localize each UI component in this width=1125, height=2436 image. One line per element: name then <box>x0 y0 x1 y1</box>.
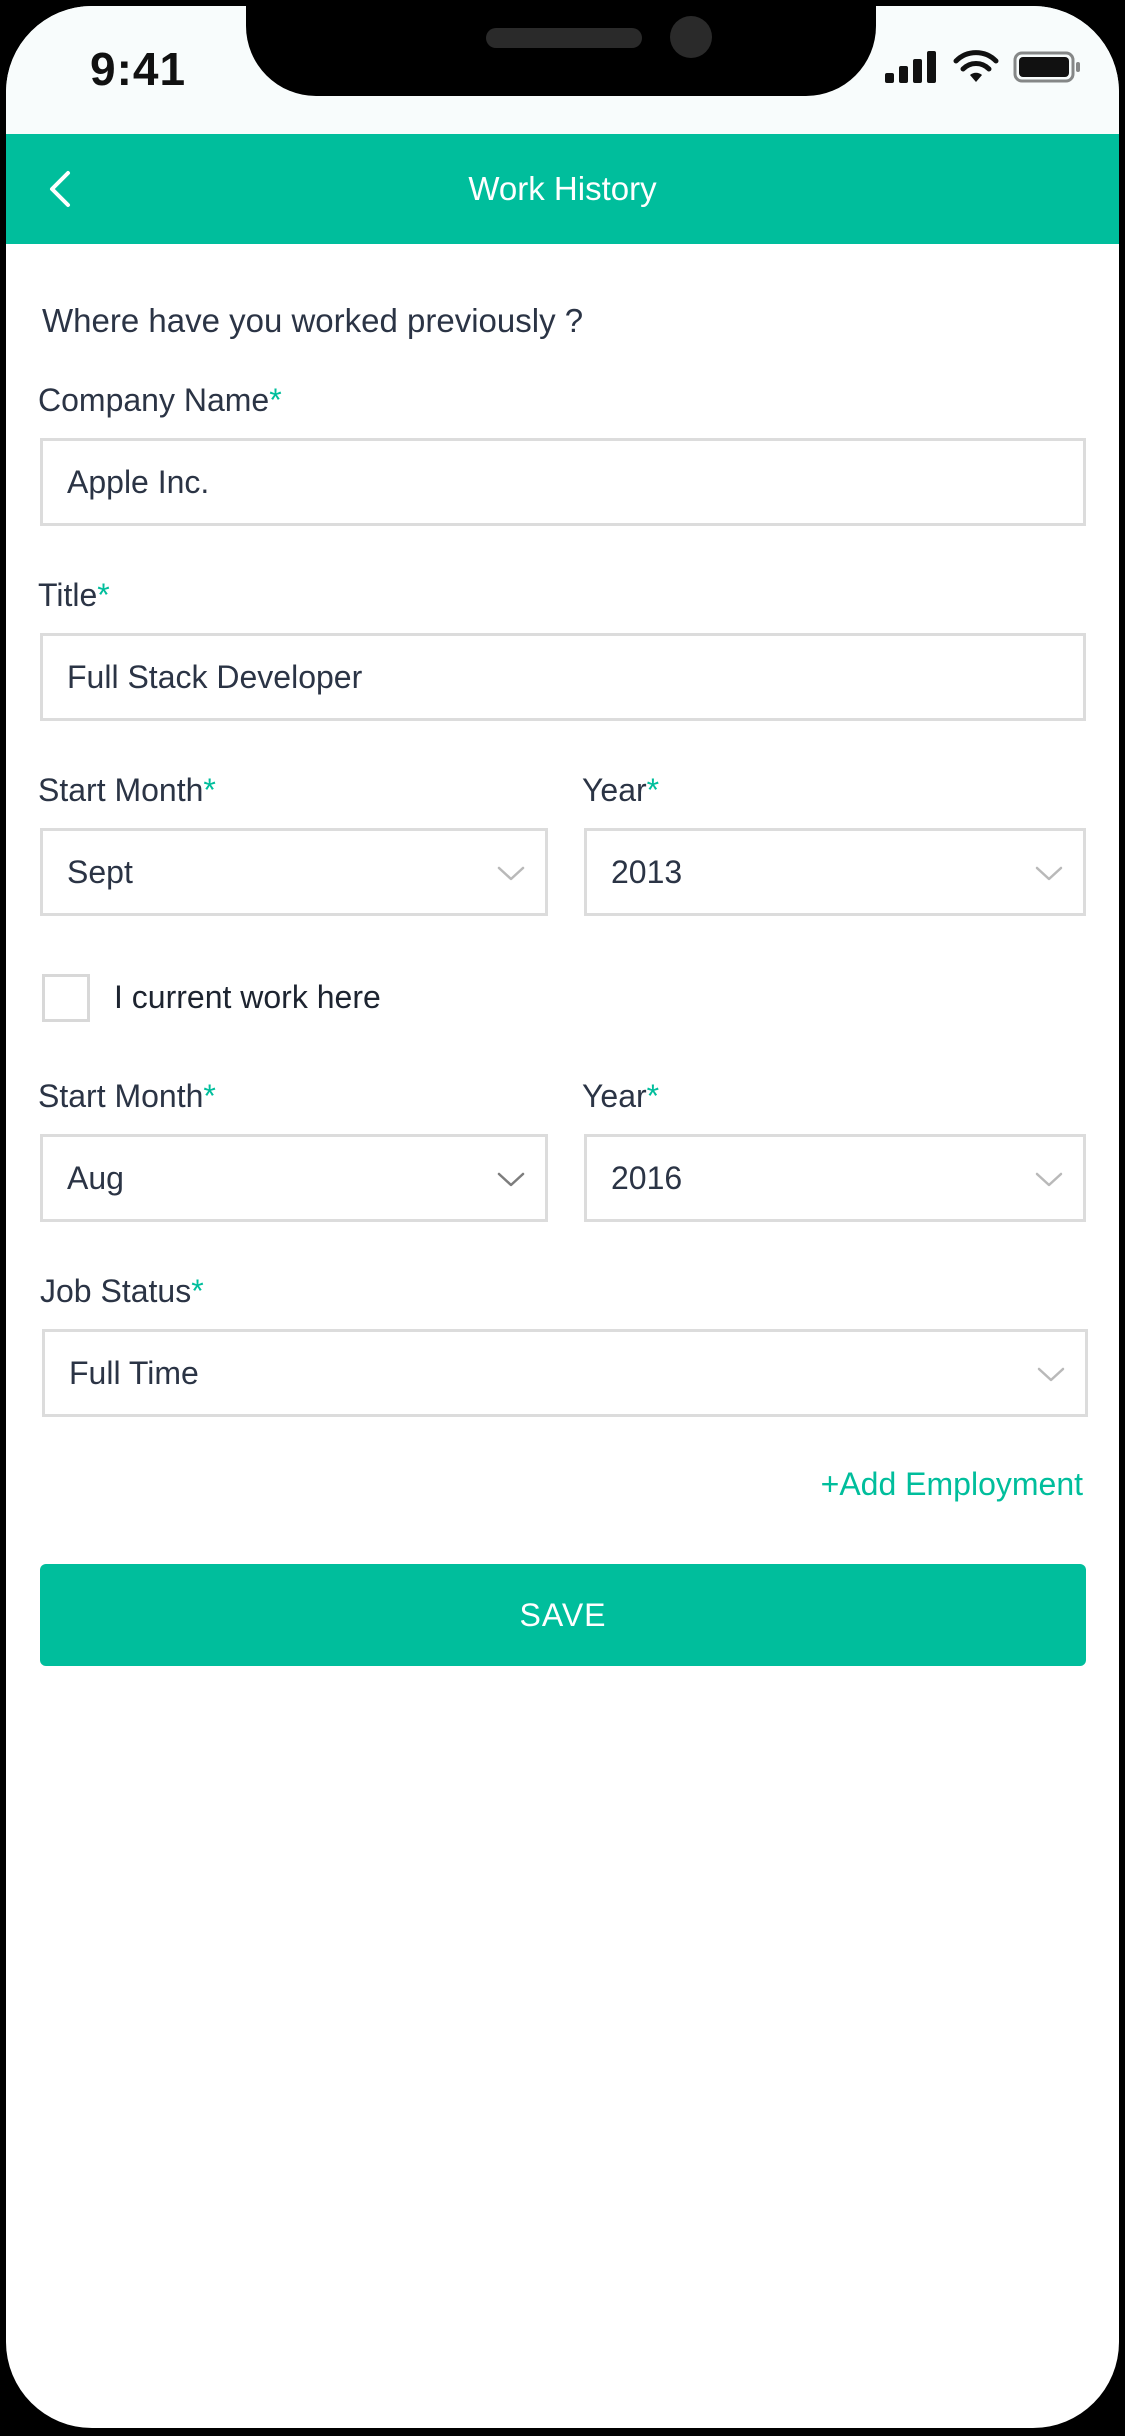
required-marker: * <box>646 772 660 808</box>
end-month-value: Aug <box>67 1160 124 1196</box>
current-work-checkbox[interactable] <box>42 974 90 1022</box>
cellular-signal-icon <box>885 50 939 88</box>
start-year-label: Year* <box>582 772 660 808</box>
title-input[interactable]: Full Stack Developer <box>40 633 1086 721</box>
required-marker: * <box>97 577 110 613</box>
end-year-select[interactable]: 2016 <box>584 1134 1086 1222</box>
required-marker: * <box>269 382 282 418</box>
end-year-value: 2016 <box>611 1160 683 1196</box>
start-month-select[interactable]: Sept <box>40 828 548 916</box>
required-marker: * <box>203 1078 216 1114</box>
chevron-down-icon <box>1035 866 1063 881</box>
chevron-down-icon <box>1035 1172 1063 1187</box>
required-marker: * <box>646 1078 660 1114</box>
chevron-down-icon <box>1037 1367 1065 1382</box>
status-bar: 9:41 <box>6 6 1119 134</box>
phone-frame: 9:41 Work History Where have you worked … <box>0 0 1125 2436</box>
required-marker: * <box>191 1273 204 1309</box>
navigation-bar: Work History <box>6 134 1119 244</box>
battery-icon <box>1013 50 1083 89</box>
start-month-value: Sept <box>67 854 133 890</box>
start-year-value: 2013 <box>611 854 683 890</box>
form-question: Where have you worked previously ? <box>42 302 584 339</box>
status-time: 9:41 <box>90 43 187 95</box>
speaker-grille <box>486 28 642 48</box>
chevron-left-icon <box>50 171 70 207</box>
add-employment-link[interactable]: +Add Employment <box>821 1466 1083 1503</box>
required-marker: * <box>203 772 216 808</box>
status-icons <box>885 49 1083 89</box>
front-camera <box>670 16 712 58</box>
chevron-down-icon <box>497 1172 525 1187</box>
chevron-down-icon <box>497 866 525 881</box>
end-month-label: Start Month* <box>38 1078 216 1114</box>
end-year-label: Year* <box>582 1078 660 1114</box>
page-title: Work History <box>468 170 657 207</box>
job-status-select[interactable]: Full Time <box>42 1329 1088 1417</box>
title-label: Title* <box>38 577 110 613</box>
job-status-value: Full Time <box>69 1355 199 1391</box>
app-screen: 9:41 Work History Where have you worked … <box>6 6 1119 2428</box>
job-status-label: Job Status* <box>40 1273 204 1309</box>
current-work-label: I current work here <box>114 979 381 1015</box>
end-month-select[interactable]: Aug <box>40 1134 548 1222</box>
device-notch <box>246 6 876 96</box>
start-month-label: Start Month* <box>38 772 216 808</box>
company-name-label: Company Name* <box>38 382 282 418</box>
back-button[interactable] <box>28 156 94 222</box>
start-year-select[interactable]: 2013 <box>584 828 1086 916</box>
wifi-icon <box>953 49 999 89</box>
company-name-input[interactable]: Apple Inc. <box>40 438 1086 526</box>
save-button[interactable]: SAVE <box>40 1564 1086 1666</box>
